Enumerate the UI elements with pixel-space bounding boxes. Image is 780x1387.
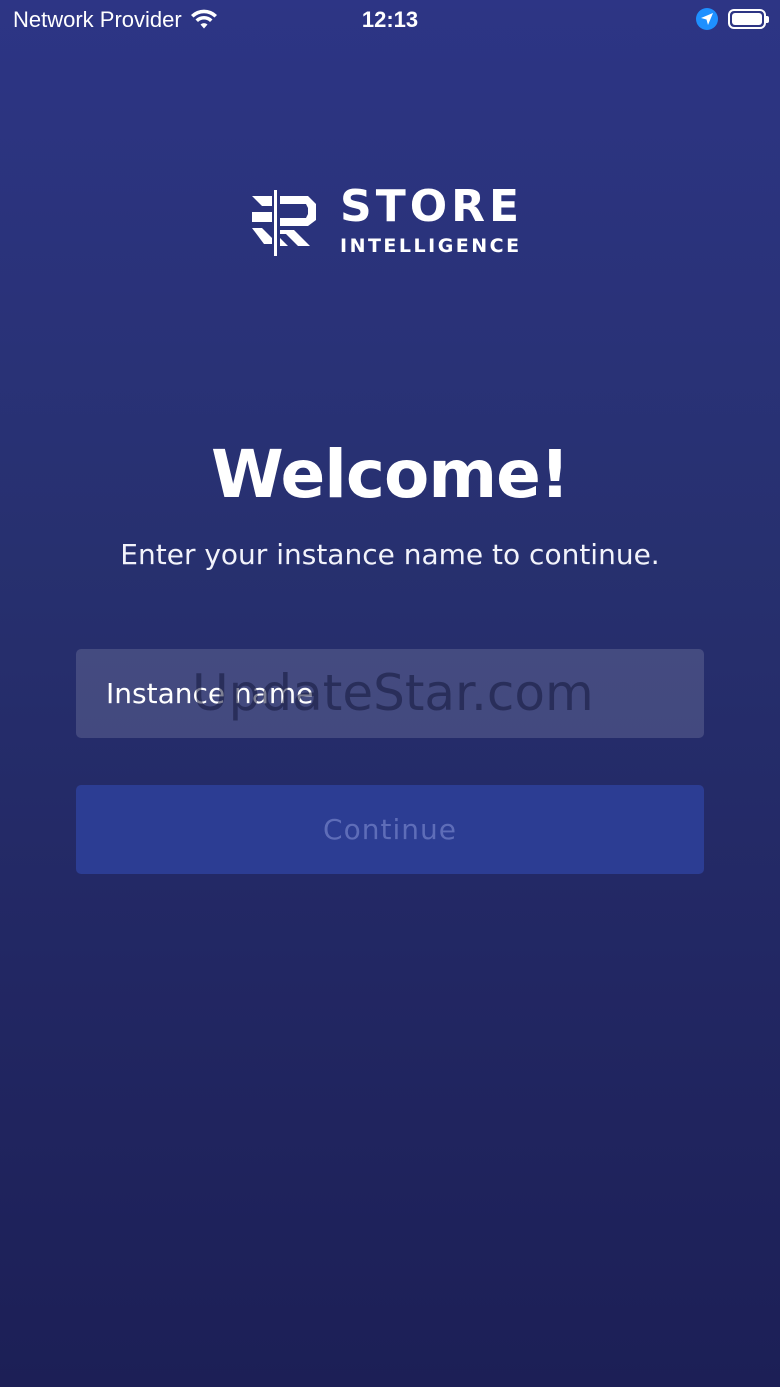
status-bar: Network Provider 12:13 <box>0 0 780 40</box>
location-icon <box>696 8 718 30</box>
welcome-subtitle: Enter your instance name to continue. <box>120 538 660 571</box>
logo-wordmark: STORE INTELLIGENCE <box>340 181 524 258</box>
instance-name-input[interactable] <box>76 649 704 738</box>
status-icons <box>696 8 769 30</box>
battery-level <box>732 13 762 25</box>
logo-store-text: STORE <box>340 181 524 232</box>
battery-icon <box>728 9 769 29</box>
continue-button[interactable]: Continue <box>76 785 704 874</box>
store-intelligence-logo-icon <box>250 186 318 256</box>
logo-intelligence-text: INTELLIGENCE <box>340 235 522 257</box>
welcome-title: Welcome! <box>211 436 570 513</box>
status-time: 12:13 <box>361 7 419 32</box>
app-logo: STORE INTELLIGENCE <box>250 185 523 257</box>
